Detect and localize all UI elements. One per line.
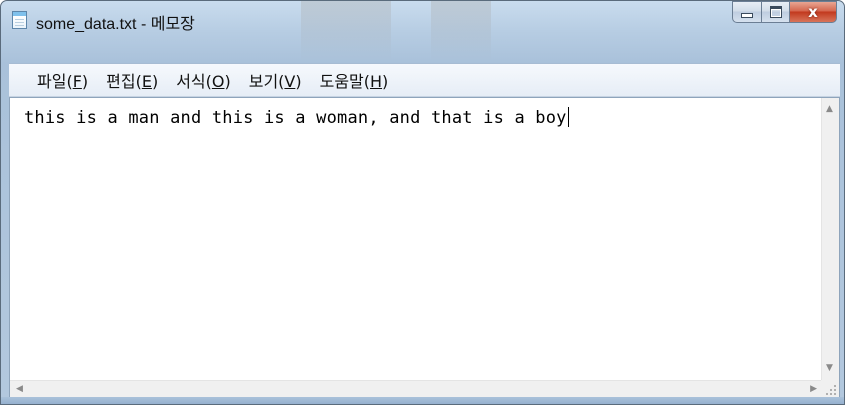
grip-dot — [826, 393, 828, 395]
text-editor[interactable]: this is a man and this is a woman, and t… — [9, 97, 840, 399]
scroll-up-arrow-icon[interactable]: ▲ — [826, 105, 833, 114]
close-button[interactable]: x — [790, 1, 837, 23]
text-caret — [567, 107, 569, 127]
grip-dot — [834, 393, 836, 395]
scroll-right-arrow-icon[interactable]: ▶ — [810, 385, 817, 394]
size-grip-icon[interactable] — [821, 380, 839, 398]
maximize-button[interactable] — [762, 1, 790, 23]
scroll-left-arrow-icon[interactable]: ◀ — [16, 385, 23, 394]
caption-buttons: x — [732, 1, 837, 23]
scroll-down-arrow-icon[interactable]: ▼ — [826, 364, 833, 373]
title-bar[interactable]: some_data.txt - 메모장 x — [1, 1, 844, 61]
notepad-icon[interactable] — [12, 11, 27, 29]
maximize-icon — [769, 6, 782, 18]
menu-view[interactable]: 보기(V) — [241, 68, 310, 92]
menu-edit[interactable]: 편집(E) — [98, 68, 166, 92]
menu-format[interactable]: 서식(O) — [168, 68, 239, 92]
window-bottom-border[interactable] — [1, 397, 844, 404]
menu-bar: 파일(F) 편집(E) 서식(O) 보기(V) 도움말(H) — [9, 63, 840, 97]
notepad-window: some_data.txt - 메모장 x 파일(F) 편집(E) 서식(O) … — [0, 0, 845, 405]
grip-dot — [830, 389, 832, 391]
editor-text[interactable]: this is a man and this is a woman, and t… — [24, 107, 569, 128]
editor-content: this is a man and this is a woman, and t… — [24, 108, 567, 128]
close-icon: x — [808, 2, 818, 21]
grip-dot — [834, 385, 836, 387]
minimize-button[interactable] — [732, 1, 762, 23]
menu-file[interactable]: 파일(F) — [27, 68, 96, 92]
menu-help[interactable]: 도움말(H) — [312, 68, 397, 92]
grip-dot — [830, 393, 832, 395]
vertical-scrollbar[interactable]: ▲ ▼ — [821, 98, 839, 381]
minimize-icon — [741, 13, 753, 18]
window-title: some_data.txt - 메모장 — [36, 16, 195, 33]
grip-dot — [834, 389, 836, 391]
horizontal-scrollbar[interactable]: ◀ ▶ — [10, 380, 821, 398]
